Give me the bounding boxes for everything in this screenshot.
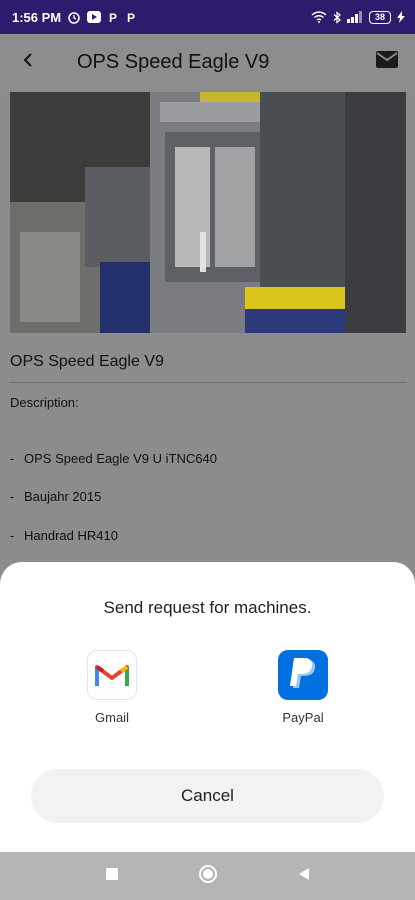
app-header: OPS Speed Eagle V9: [0, 34, 415, 90]
description-item-text: OPS Speed Eagle V9 U iTNC640: [24, 451, 217, 466]
description-label: Description:: [10, 395, 79, 410]
cancel-button[interactable]: Cancel: [31, 769, 384, 823]
home-button[interactable]: [195, 863, 221, 889]
play-icon: [87, 11, 102, 23]
description-item-text: Baujahr 2015: [24, 489, 102, 504]
description-item: - OPS Speed Eagle V9 U iTNC640: [10, 451, 217, 466]
battery-icon: 38: [369, 10, 391, 24]
system-nav-bar: [0, 852, 415, 900]
status-bar: 1:56 PM P P 38: [0, 0, 415, 34]
status-time: 1:56 PM: [12, 9, 62, 25]
wifi-icon: [311, 11, 327, 23]
mail-icon: [376, 51, 398, 73]
square-icon: [105, 867, 119, 886]
share-target-label: PayPal: [282, 710, 324, 725]
back-nav-button[interactable]: [291, 863, 317, 889]
triangle-back-icon: [297, 866, 311, 887]
machine-photo: [10, 92, 406, 333]
description-item: - Baujahr 2015: [10, 489, 102, 504]
description-item: - Handrad HR410: [10, 528, 118, 543]
share-sheet: Send request for machines. Gmail PayPal …: [0, 562, 415, 852]
svg-text:P: P: [109, 11, 117, 23]
recents-button[interactable]: [99, 863, 125, 889]
share-sheet-title: Send request for machines.: [103, 598, 312, 617]
alarm-icon: [67, 10, 81, 24]
share-target-gmail[interactable]: Gmail: [72, 650, 152, 725]
gmail-icon: [87, 650, 137, 700]
charging-icon: [397, 11, 405, 23]
paypal-icon: P: [107, 11, 119, 23]
machine-name: OPS Speed Eagle V9: [10, 353, 164, 370]
share-target-paypal[interactable]: PayPal: [263, 650, 343, 725]
divider: [10, 382, 406, 383]
paypal-icon: P: [125, 11, 137, 23]
svg-text:P: P: [127, 11, 135, 23]
back-button[interactable]: [0, 34, 56, 90]
back-arrow-icon: [21, 52, 35, 73]
description-item-text: Handrad HR410: [24, 528, 118, 543]
page-title: OPS Speed Eagle V9: [77, 50, 270, 73]
battery-level: 38: [374, 12, 385, 22]
mail-button[interactable]: [375, 50, 399, 74]
paypal-icon: [278, 650, 328, 700]
signal-icon: [347, 11, 363, 23]
circle-icon: [198, 864, 218, 889]
bluetooth-icon: [333, 10, 341, 24]
share-target-label: Gmail: [95, 710, 129, 725]
